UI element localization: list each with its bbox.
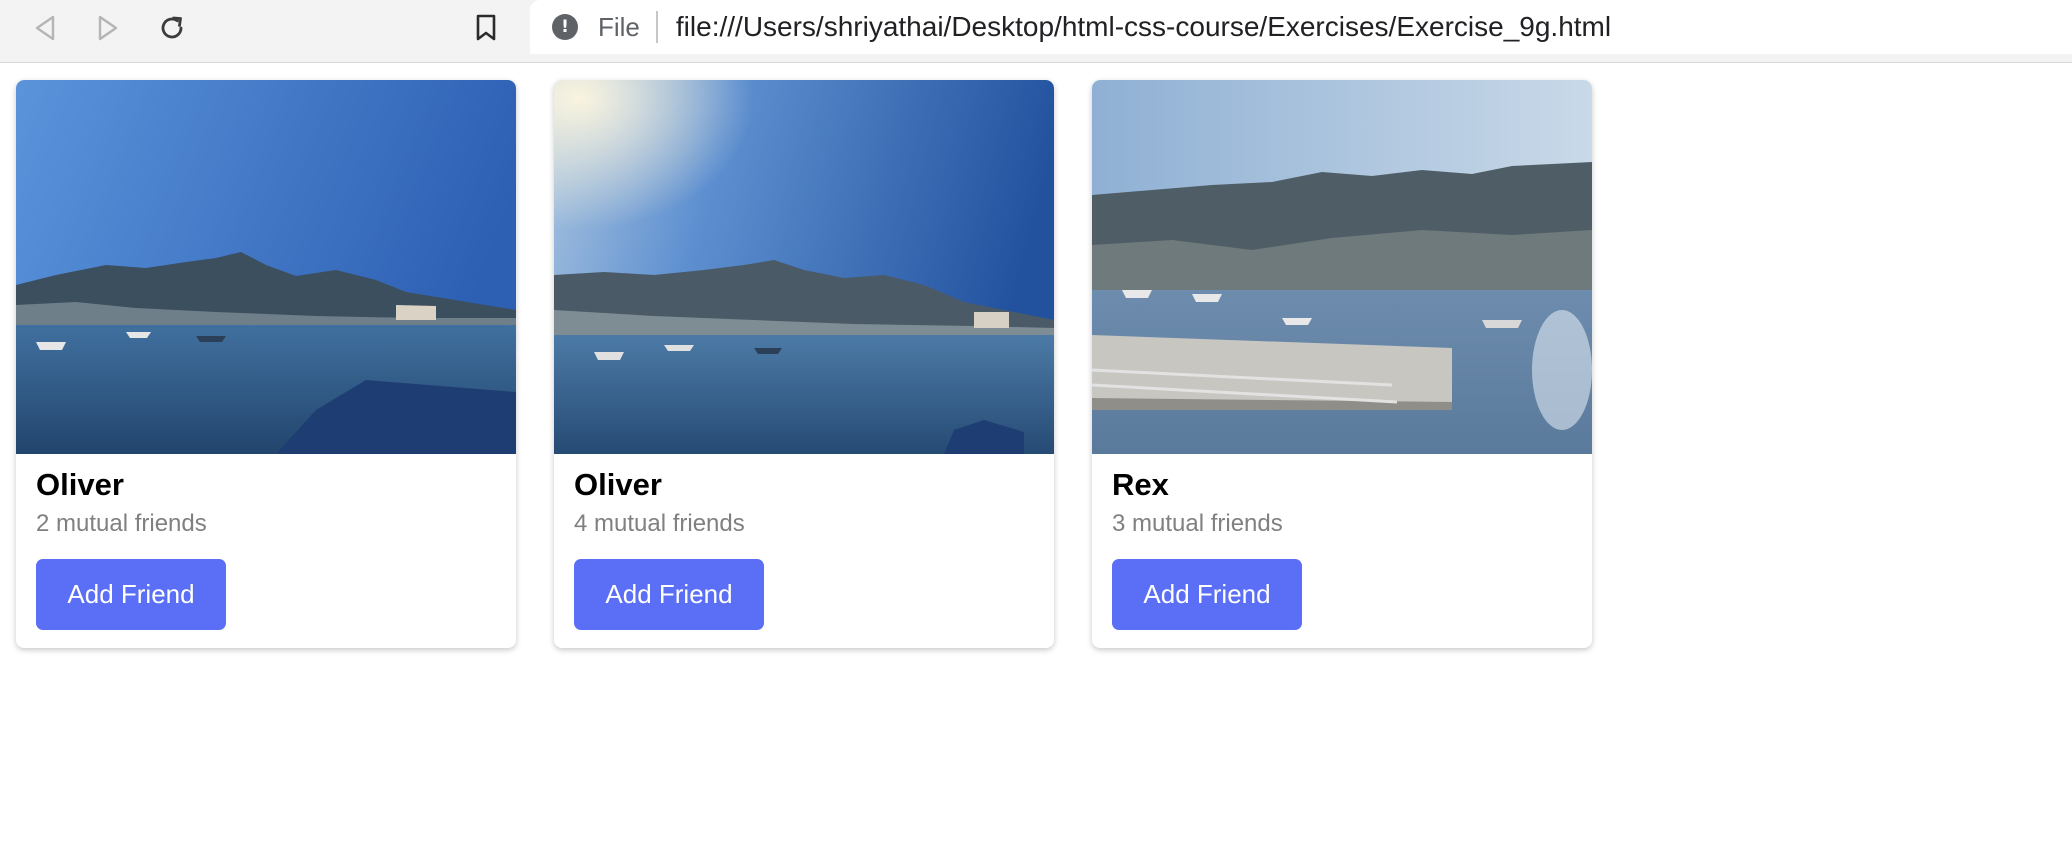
friend-card: Oliver 4 mutual friends Add Friend: [554, 80, 1054, 648]
mutual-friends-count: 4 mutual friends: [574, 510, 745, 537]
address-bar[interactable]: ! File file:///Users/shriyathai/Desktop/…: [530, 0, 2072, 54]
forward-arrow-icon[interactable]: [88, 8, 128, 48]
harbor-photo-2: [554, 80, 1054, 454]
address-divider: [655, 11, 658, 43]
back-arrow-icon[interactable]: [25, 8, 65, 48]
info-icon[interactable]: !: [552, 14, 578, 40]
reload-icon[interactable]: [152, 8, 192, 48]
friend-name: Oliver: [574, 467, 662, 502]
harbor-dock-photo: [1092, 80, 1592, 454]
friend-card: Rex 3 mutual friends Add Friend: [1092, 80, 1592, 648]
mutual-friends-count: 3 mutual friends: [1112, 510, 1283, 537]
add-friend-button[interactable]: Add Friend: [574, 559, 764, 630]
friend-cards-container: Oliver 2 mutual friends Add Friend Olive…: [16, 80, 1592, 648]
add-friend-button[interactable]: Add Friend: [1112, 559, 1302, 630]
friend-card: Oliver 2 mutual friends Add Friend: [16, 80, 516, 648]
harbor-photo-1: [16, 80, 516, 454]
add-friend-button[interactable]: Add Friend: [36, 559, 226, 630]
mutual-friends-count: 2 mutual friends: [36, 510, 207, 537]
friend-name: Oliver: [36, 467, 124, 502]
scheme-label: File: [598, 11, 640, 42]
bookmark-icon[interactable]: [466, 8, 506, 48]
url-text[interactable]: file:///Users/shriyathai/Desktop/html-cs…: [676, 11, 1611, 43]
friend-name: Rex: [1112, 467, 1169, 502]
browser-toolbar: ! File file:///Users/shriyathai/Desktop/…: [0, 0, 2072, 63]
